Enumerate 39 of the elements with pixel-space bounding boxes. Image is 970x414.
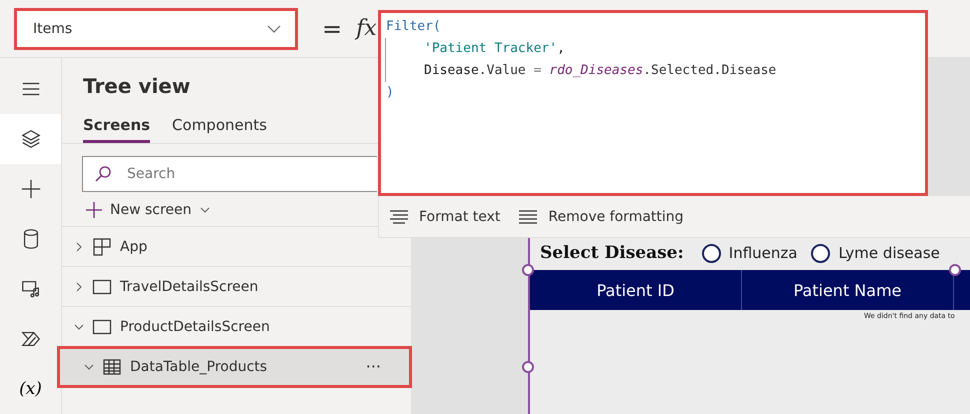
- code-line: Disease.Value = rdo_Diseases.Selected.Disease: [385, 60, 921, 82]
- resize-handle[interactable]: [522, 264, 534, 276]
- heading: Select Disease:: [540, 243, 684, 263]
- code-line: 'Patient Tracker',: [385, 38, 921, 60]
- panel-title: Tree view: [82, 74, 190, 100]
- chevron-icon[interactable]: [84, 362, 94, 372]
- radio-option[interactable]: Influenza: [702, 244, 798, 262]
- tree-item[interactable]: TravelDetailsScreen: [62, 267, 411, 307]
- formula-editor[interactable]: Filter( 'Patient Tracker', Disease.Value = rdo_Diseases.Selected.Disease ): [378, 10, 928, 196]
- chevron-down-icon: [267, 24, 281, 32]
- code-line: Filter(: [385, 18, 442, 36]
- equals-sign: =: [322, 14, 342, 42]
- tab[interactable]: Screens: [83, 116, 150, 143]
- property-dropdown[interactable]: Items: [14, 8, 298, 50]
- table-icon: [102, 356, 122, 376]
- chevron-icon[interactable]: [200, 205, 210, 215]
- media-icon[interactable]: [20, 278, 42, 300]
- code-line: ): [385, 84, 395, 102]
- chevron-icon[interactable]: [74, 322, 84, 332]
- search-field[interactable]: Search: [82, 156, 377, 192]
- resize-handle[interactable]: [522, 361, 534, 373]
- more-icon[interactable]: ···: [366, 357, 381, 376]
- lines-icon: [518, 208, 538, 224]
- tab[interactable]: Components: [172, 116, 267, 143]
- radio-option[interactable]: Lyme disease: [811, 244, 940, 262]
- chevron-icon[interactable]: [74, 282, 84, 292]
- plus-icon[interactable]: [20, 178, 42, 200]
- plus-icon: [86, 202, 102, 218]
- format-text-button[interactable]: Format text: [389, 208, 500, 224]
- chevron-icon[interactable]: [74, 242, 84, 252]
- app-icon: [92, 236, 112, 256]
- new-screen-button[interactable]: New screen: [86, 202, 210, 218]
- search-icon: [94, 165, 112, 183]
- tree-item[interactable]: DataTable_Products ···: [58, 347, 411, 387]
- variables-icon[interactable]: (x): [19, 379, 42, 399]
- layers-icon[interactable]: [20, 128, 42, 150]
- align-icon: [389, 208, 409, 224]
- remove-formatting-button[interactable]: Remove formatting: [518, 208, 684, 224]
- fx-label: fx: [356, 16, 377, 41]
